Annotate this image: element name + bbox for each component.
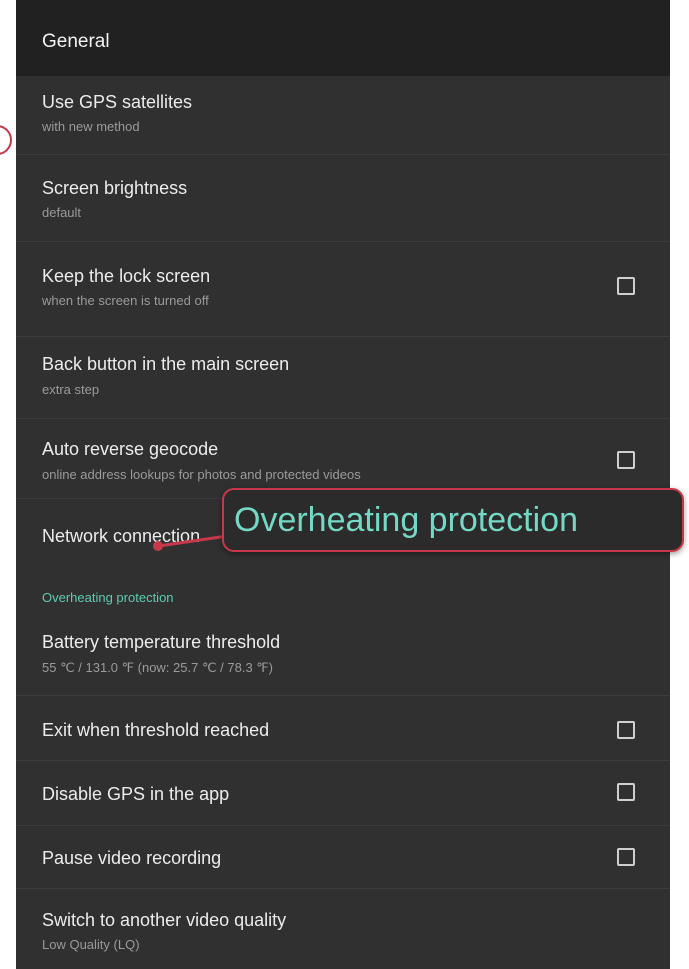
setting-screen-brightness[interactable]: Screen brightness default — [16, 155, 670, 242]
setting-title: Switch to another video quality — [42, 910, 287, 930]
pause-video-checkbox[interactable] — [617, 848, 635, 866]
setting-switch-video-quality[interactable]: Switch to another video quality Low Qual… — [16, 889, 670, 969]
setting-subtitle: online address lookups for photos and pr… — [42, 467, 361, 482]
setting-subtitle: when the screen is turned off — [42, 293, 209, 308]
setting-title: Disable GPS in the app — [42, 784, 230, 804]
setting-title: Auto reverse geocode — [42, 439, 219, 459]
setting-subtitle: extra step — [42, 382, 100, 397]
setting-subtitle: 55 ℃ / 131.0 ℉ (now: 25.7 ℃ / 78.3 ℉) — [42, 660, 273, 675]
setting-auto-reverse-geocode[interactable]: Auto reverse geocode online address look… — [16, 419, 670, 499]
setting-title: Battery temperature threshold — [42, 632, 281, 652]
setting-pause-video-recording[interactable]: Pause video recording — [16, 826, 670, 889]
setting-subtitle: Low Quality (LQ) — [42, 937, 140, 952]
annotation-circle-marker — [0, 125, 12, 155]
disable-gps-checkbox[interactable] — [617, 783, 635, 801]
reverse-geocode-checkbox[interactable] — [617, 451, 635, 469]
settings-screen: General Use GPS satellites with new meth… — [16, 0, 670, 969]
section-header-overheating: Overheating protection — [42, 590, 174, 605]
setting-disable-gps-in-app[interactable]: Disable GPS in the app — [16, 761, 670, 826]
setting-title: Keep the lock screen — [42, 266, 211, 286]
annotation-callout: Overheating protection — [222, 488, 684, 552]
setting-subtitle: default — [42, 205, 82, 220]
page-title: General — [42, 31, 110, 52]
setting-exit-when-threshold-reached[interactable]: Exit when threshold reached — [16, 696, 670, 761]
lock-screen-checkbox[interactable] — [617, 277, 635, 295]
exit-threshold-checkbox[interactable] — [617, 721, 635, 739]
app-bar: General — [16, 0, 670, 76]
setting-title: Back button in the main screen — [42, 354, 290, 374]
setting-title: Use GPS satellites — [42, 92, 193, 112]
setting-title: Pause video recording — [42, 848, 222, 868]
setting-subtitle: with new method — [42, 119, 140, 134]
setting-keep-lock-screen[interactable]: Keep the lock screen when the screen is … — [16, 242, 670, 337]
setting-battery-temperature-threshold[interactable]: Battery temperature threshold 55 ℃ / 131… — [16, 615, 670, 696]
annotation-callout-text: Overheating protection — [234, 501, 578, 539]
setting-title: Screen brightness — [42, 178, 188, 198]
setting-back-button-main-screen[interactable]: Back button in the main screen extra ste… — [16, 337, 670, 419]
setting-use-gps-satellites[interactable]: Use GPS satellites with new method — [16, 76, 670, 155]
setting-title: Network connection — [42, 526, 201, 546]
setting-title: Exit when threshold reached — [42, 720, 270, 740]
